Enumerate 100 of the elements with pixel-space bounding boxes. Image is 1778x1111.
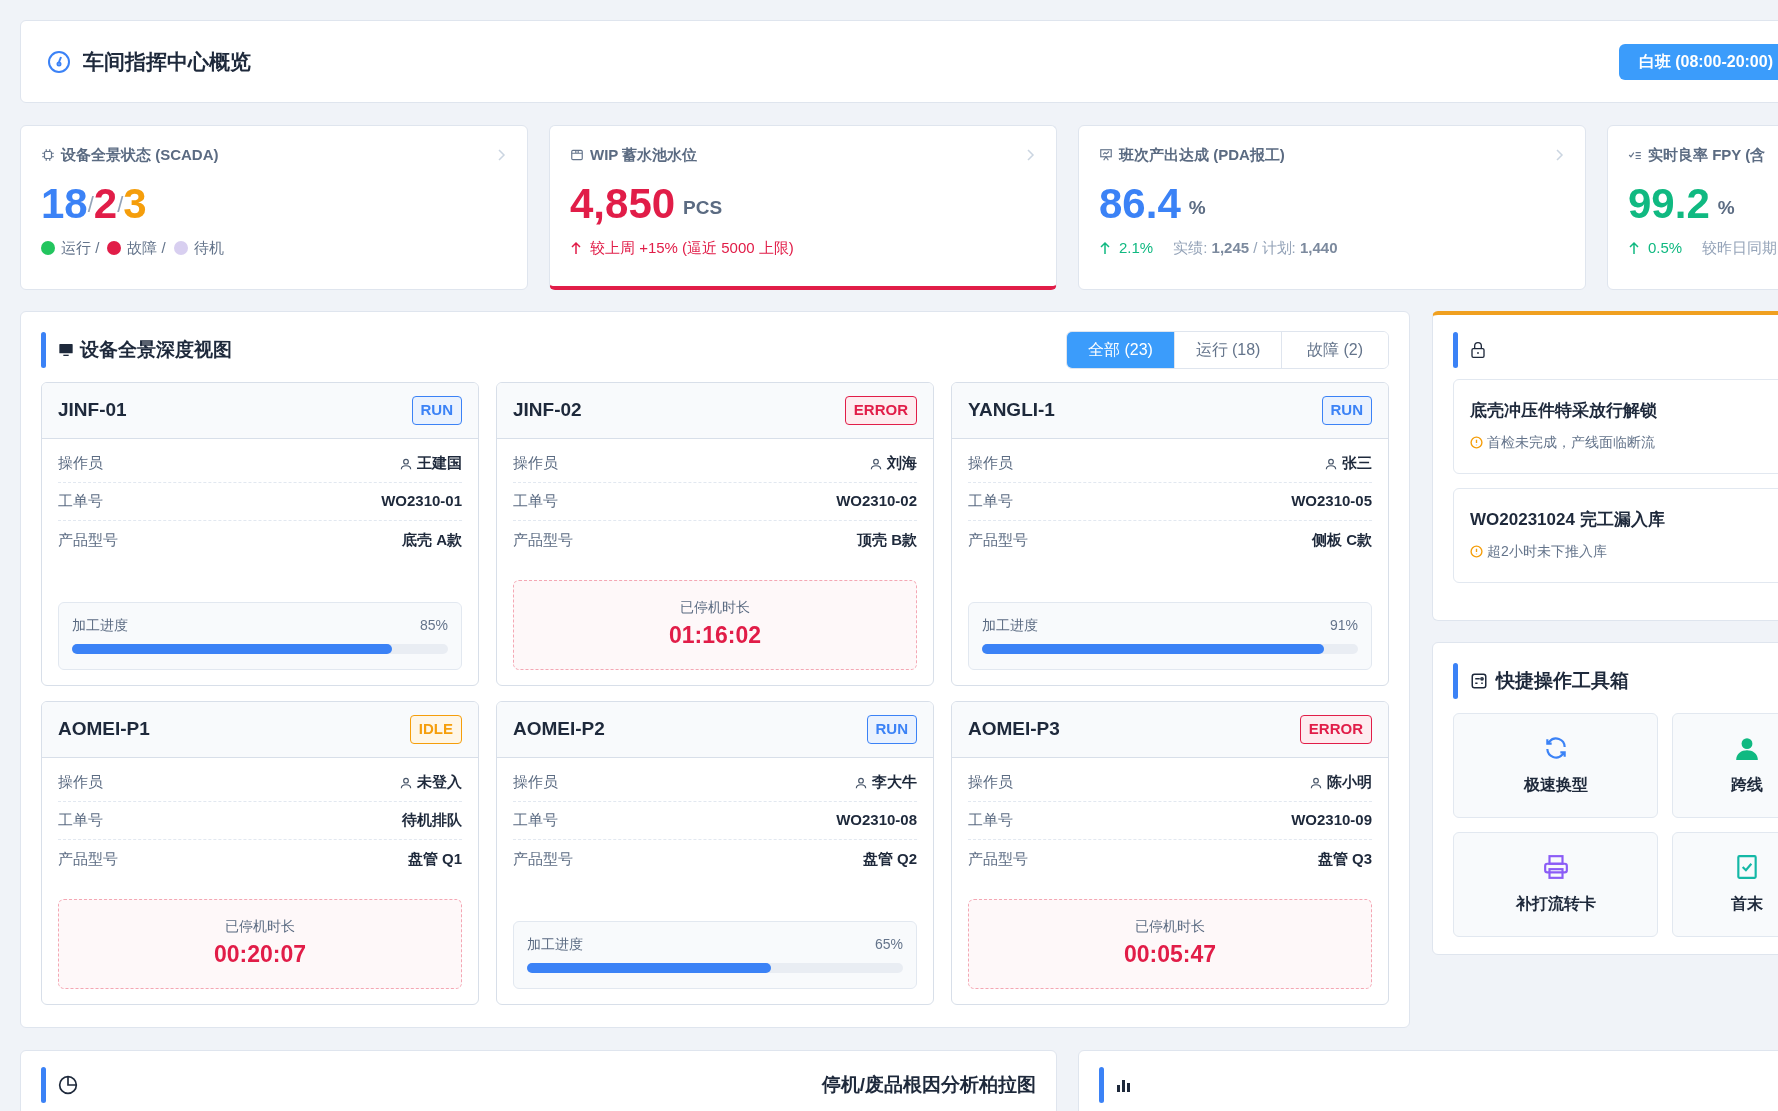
field-value: 刘海 — [887, 453, 917, 474]
field-label: 产品型号 — [968, 529, 1028, 550]
field-label: 工单号 — [513, 491, 558, 512]
toolbox-icon — [1470, 672, 1488, 690]
alert-title: WO20231024 完工漏入库 — [1470, 509, 1666, 531]
gauge-icon — [47, 49, 71, 74]
field-label: 产品型号 — [513, 529, 573, 550]
field-value: 李大牛 — [872, 772, 917, 793]
arrow-up-icon — [570, 240, 582, 255]
presentation-icon — [1099, 148, 1113, 163]
status-badge: IDLE — [409, 715, 462, 744]
printer-icon — [1542, 853, 1569, 880]
status-count: 3 — [123, 182, 147, 225]
kpi-value: 4,850 — [570, 182, 676, 225]
tool-button[interactable]: 首末 — [1672, 832, 1778, 937]
person-icon — [854, 775, 868, 790]
progress-reading: 65% — [874, 935, 903, 954]
status-count: 2 — [93, 182, 118, 225]
field-value: WO2310-01 — [381, 491, 462, 512]
kpi-value: 99.2 — [1628, 182, 1710, 225]
bar-chart-icon — [1116, 1077, 1132, 1093]
field-label: 工单号 — [513, 810, 558, 831]
status-badge: RUN — [411, 396, 462, 425]
panel-title: 快捷操作工具箱 — [1496, 668, 1629, 693]
legend-label: 故障 / — [127, 237, 166, 258]
field-value: WO2310-09 — [1291, 810, 1372, 831]
tool-button[interactable]: 补打流转卡 — [1453, 832, 1658, 937]
kpi-note: 较昨日同期 — [1702, 237, 1778, 258]
field-value: 顶壳 B款 — [857, 529, 917, 550]
device-name: JINF-01 — [58, 398, 127, 423]
chevron-right-icon[interactable] — [1024, 148, 1036, 163]
monitor-icon — [58, 342, 74, 358]
downtime-label: 已停机时长 — [225, 917, 295, 937]
kpi-title: WIP 蓄水池水位 — [590, 145, 698, 165]
field-label: 工单号 — [58, 491, 103, 512]
device-name: AOMEI-P3 — [968, 717, 1060, 742]
arrow-up-icon — [1628, 240, 1640, 255]
field-label: 产品型号 — [968, 848, 1028, 869]
device-name: JINF-02 — [513, 398, 582, 423]
field-value: WO2310-02 — [836, 491, 917, 512]
kpi-note: 实绩: 1,245 / 计划: 1,440 — [1173, 237, 1338, 258]
person-icon — [399, 775, 413, 790]
field-value: 待机排队 — [402, 810, 462, 831]
person-icon — [1324, 456, 1338, 471]
kpi-unit: % — [1717, 196, 1735, 220]
kpi-unit: % — [1188, 196, 1206, 220]
page-title: 车间指挥中心概览 — [83, 48, 251, 75]
field-label: 工单号 — [968, 491, 1013, 512]
downtime-duration: 00:20:07 — [213, 940, 307, 970]
field-value: 盘管 Q1 — [407, 848, 462, 869]
field-label: 产品型号 — [513, 848, 573, 869]
warning-icon — [1470, 435, 1483, 449]
chevron-right-icon[interactable] — [1553, 148, 1565, 163]
device-name: AOMEI-P2 — [513, 717, 605, 742]
field-value: 王建国 — [417, 453, 462, 474]
tool-button[interactable]: 极速换型 — [1453, 713, 1658, 818]
kpi-value: 86.4 — [1099, 182, 1181, 225]
legend-label: 运行 / — [61, 237, 100, 258]
field-label: 产品型号 — [58, 529, 118, 550]
chevron-right-icon[interactable] — [495, 148, 507, 163]
progress-label: 加工进度 — [527, 935, 583, 954]
pie-chart-icon — [58, 1075, 78, 1095]
filter-tab[interactable]: 故障 (2) — [1281, 332, 1388, 368]
kpi-unit: PCS — [683, 196, 723, 220]
chip-icon — [41, 148, 55, 163]
alert-note: 超2小时未下推入库 — [1487, 541, 1607, 561]
box-icon — [570, 148, 584, 163]
field-label: 操作员 — [513, 772, 558, 793]
person-icon — [399, 456, 413, 471]
field-value: 侧板 C款 — [1312, 529, 1372, 550]
field-label: 操作员 — [513, 453, 558, 474]
lock-icon — [1470, 341, 1486, 359]
field-label: 操作员 — [968, 772, 1013, 793]
downtime-label: 已停机时长 — [1135, 917, 1205, 937]
field-value: WO2310-05 — [1291, 491, 1372, 512]
field-value: 底壳 A款 — [402, 529, 462, 550]
field-label: 工单号 — [58, 810, 103, 831]
field-value: 陈小明 — [1327, 772, 1372, 793]
status-count: 18 — [41, 182, 88, 225]
downtime-duration: 01:16:02 — [668, 621, 762, 651]
trend-text: 较上周 +15% (逼近 5000 上限) — [590, 237, 794, 258]
separator: / — [87, 191, 94, 217]
tool-button[interactable]: 跨线 — [1672, 713, 1778, 818]
progress-reading: 91% — [1329, 616, 1358, 635]
field-label: 操作员 — [58, 772, 103, 793]
alert-card[interactable]: 底壳冲压件特采放行解锁 首检未完成，产线面临断流 — [1453, 379, 1778, 474]
alert-title: 底壳冲压件特采放行解锁 — [1470, 400, 1658, 422]
status-badge: RUN — [866, 715, 917, 744]
kpi-title: 设备全景状态 (SCADA) — [61, 145, 219, 165]
alert-note: 首检未完成，产线面临断流 — [1487, 432, 1655, 452]
alert-card[interactable]: WO20231024 完工漏入库 超2小时未下推入库 — [1453, 488, 1778, 583]
progress-label: 加工进度 — [72, 616, 128, 635]
person-icon — [869, 456, 883, 471]
field-label: 操作员 — [968, 453, 1013, 474]
kpi-title: 实时良率 FPY (含 — [1648, 145, 1766, 165]
field-label: 操作员 — [58, 453, 103, 474]
device-name: YANGLI-1 — [968, 398, 1055, 423]
check-document-icon — [1734, 853, 1760, 880]
arrow-up-icon — [1099, 240, 1111, 255]
downtime-duration: 00:05:47 — [1123, 940, 1217, 970]
